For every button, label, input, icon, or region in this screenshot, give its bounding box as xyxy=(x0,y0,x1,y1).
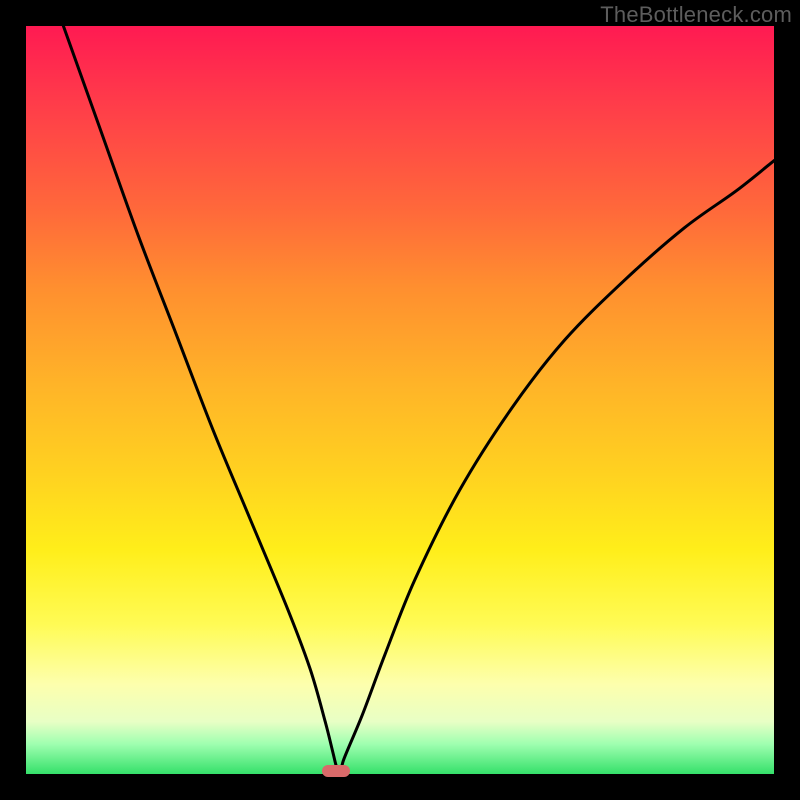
chart-frame xyxy=(26,26,774,774)
brand-label: TheBottleneck.com xyxy=(600,2,792,28)
chart-curve-svg xyxy=(26,26,774,774)
min-marker xyxy=(322,765,350,777)
curve-path xyxy=(63,26,774,774)
